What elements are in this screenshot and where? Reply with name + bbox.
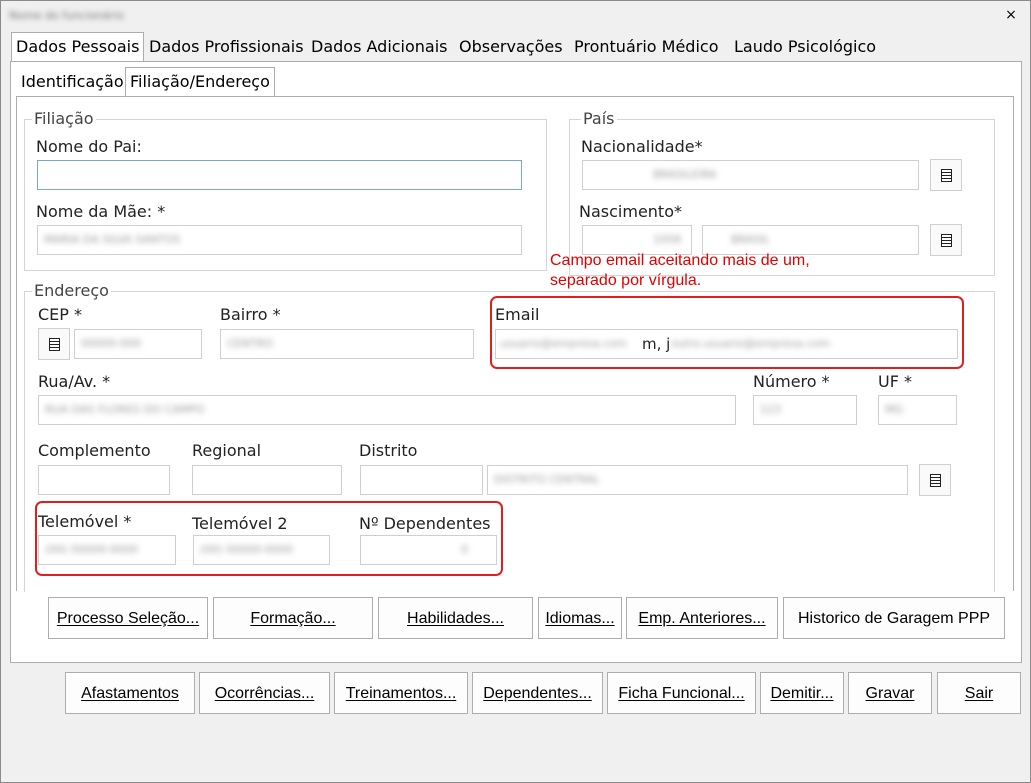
nascimento-lookup-button[interactable] bbox=[930, 224, 962, 256]
email-highlight-box bbox=[490, 296, 964, 369]
list-icon bbox=[941, 169, 952, 182]
bairro-input[interactable]: CENTRO bbox=[220, 329, 474, 359]
regional-input[interactable] bbox=[192, 465, 342, 495]
formacao-button[interactable]: Formação... bbox=[213, 597, 373, 639]
uf-value: MG bbox=[885, 403, 904, 416]
nome-pai-label: Nome do Pai: bbox=[36, 137, 142, 156]
nacionalidade-label: Nacionalidade* bbox=[581, 137, 703, 156]
distrito-value: DISTRITO CENTRAL bbox=[494, 473, 600, 486]
rua-label: Rua/Av. * bbox=[38, 372, 111, 391]
distrito-code-input[interactable] bbox=[360, 465, 483, 495]
phones-highlight-box bbox=[35, 501, 503, 576]
numero-label: Número * bbox=[753, 372, 830, 391]
cep-value: 00000-000 bbox=[81, 337, 141, 350]
habilidades-button[interactable]: Habilidades... bbox=[378, 597, 533, 639]
ocorrencias-button[interactable]: Ocorrências... bbox=[199, 672, 330, 714]
subtab-identificacao[interactable]: Identificação bbox=[17, 68, 128, 96]
uf-label: UF * bbox=[878, 372, 912, 391]
subtab-filiacao-endereco[interactable]: Filiação/Endereço bbox=[125, 67, 275, 98]
close-icon[interactable]: × bbox=[1001, 5, 1021, 25]
window-title: Nome do funcionário bbox=[9, 9, 124, 22]
annotation-line-1: Campo email aceitando mais de um, bbox=[550, 252, 810, 269]
nome-pai-input[interactable] bbox=[37, 160, 522, 190]
cep-label: CEP * bbox=[38, 305, 83, 324]
nascimento-label: Nascimento* bbox=[579, 202, 682, 221]
complemento-label: Complemento bbox=[38, 441, 151, 460]
numero-value: 123 bbox=[760, 403, 781, 416]
numero-input[interactable]: 123 bbox=[753, 395, 857, 425]
nascimento-name-value: BRASIL bbox=[731, 233, 770, 246]
list-icon bbox=[930, 474, 941, 487]
list-icon bbox=[941, 234, 952, 247]
distrito-lookup-button[interactable] bbox=[919, 464, 951, 496]
rua-value: RUA DAS FLORES DO CAMPO bbox=[45, 403, 205, 416]
cep-lookup-button[interactable] bbox=[38, 328, 70, 360]
list-icon bbox=[49, 338, 60, 351]
treinamentos-button[interactable]: Treinamentos... bbox=[334, 672, 468, 714]
nascimento-code-value: 1058 bbox=[653, 233, 681, 246]
afastamentos-button[interactable]: Afastamentos bbox=[65, 672, 195, 714]
nacionalidade-value: BRASILEIRA bbox=[653, 168, 717, 181]
regional-label: Regional bbox=[192, 441, 262, 460]
employee-window: Nome do funcionário × Dados Pessoais Dad… bbox=[0, 0, 1031, 783]
emp-anteriores-button[interactable]: Emp. Anteriores... bbox=[626, 597, 778, 639]
gravar-button[interactable]: Gravar bbox=[848, 672, 932, 714]
annotation-line-2: separado por vírgula. bbox=[550, 272, 702, 289]
filiacao-legend: Filiação bbox=[32, 109, 96, 128]
historico-garagem-button[interactable]: Historico de Garagem PPP bbox=[783, 597, 1005, 639]
distrito-label: Distrito bbox=[359, 441, 418, 460]
bairro-label: Bairro * bbox=[220, 305, 281, 324]
endereco-legend: Endereço bbox=[32, 281, 111, 300]
sair-button[interactable]: Sair bbox=[937, 672, 1021, 714]
demitir-button[interactable]: Demitir... bbox=[760, 672, 844, 714]
tab-prontuario-medico[interactable]: Prontuário Médico bbox=[570, 33, 722, 61]
nome-mae-value: MARIA DA SILVA SANTOS bbox=[44, 233, 181, 246]
dependentes-button[interactable]: Dependentes... bbox=[472, 672, 603, 714]
tab-dados-profissionais[interactable]: Dados Profissionais bbox=[145, 33, 308, 61]
idiomas-button[interactable]: Idiomas... bbox=[538, 597, 622, 639]
rua-input[interactable]: RUA DAS FLORES DO CAMPO bbox=[38, 395, 736, 425]
tab-dados-pessoais[interactable]: Dados Pessoais bbox=[11, 32, 145, 63]
bairro-value: CENTRO bbox=[227, 337, 273, 350]
tab-laudo-psicologico[interactable]: Laudo Psicológico bbox=[730, 33, 880, 61]
ficha-funcional-button[interactable]: Ficha Funcional... bbox=[607, 672, 756, 714]
tab-observacoes[interactable]: Observações bbox=[455, 33, 567, 61]
tab-dados-adicionais[interactable]: Dados Adicionais bbox=[307, 33, 452, 61]
processo-selecao-button[interactable]: Processo Seleção... bbox=[48, 597, 208, 639]
cep-input[interactable]: 00000-000 bbox=[74, 329, 202, 359]
nome-mae-input[interactable]: MARIA DA SILVA SANTOS bbox=[37, 225, 522, 255]
nome-mae-label: Nome da Mãe: * bbox=[36, 202, 166, 221]
nacionalidade-input[interactable]: BRASILEIRA bbox=[582, 160, 919, 190]
pais-legend: País bbox=[581, 109, 617, 128]
nacionalidade-lookup-button[interactable] bbox=[930, 159, 962, 191]
complemento-input[interactable] bbox=[38, 465, 170, 495]
uf-input[interactable]: MG bbox=[878, 395, 957, 425]
distrito-name-input[interactable]: DISTRITO CENTRAL bbox=[487, 465, 908, 495]
